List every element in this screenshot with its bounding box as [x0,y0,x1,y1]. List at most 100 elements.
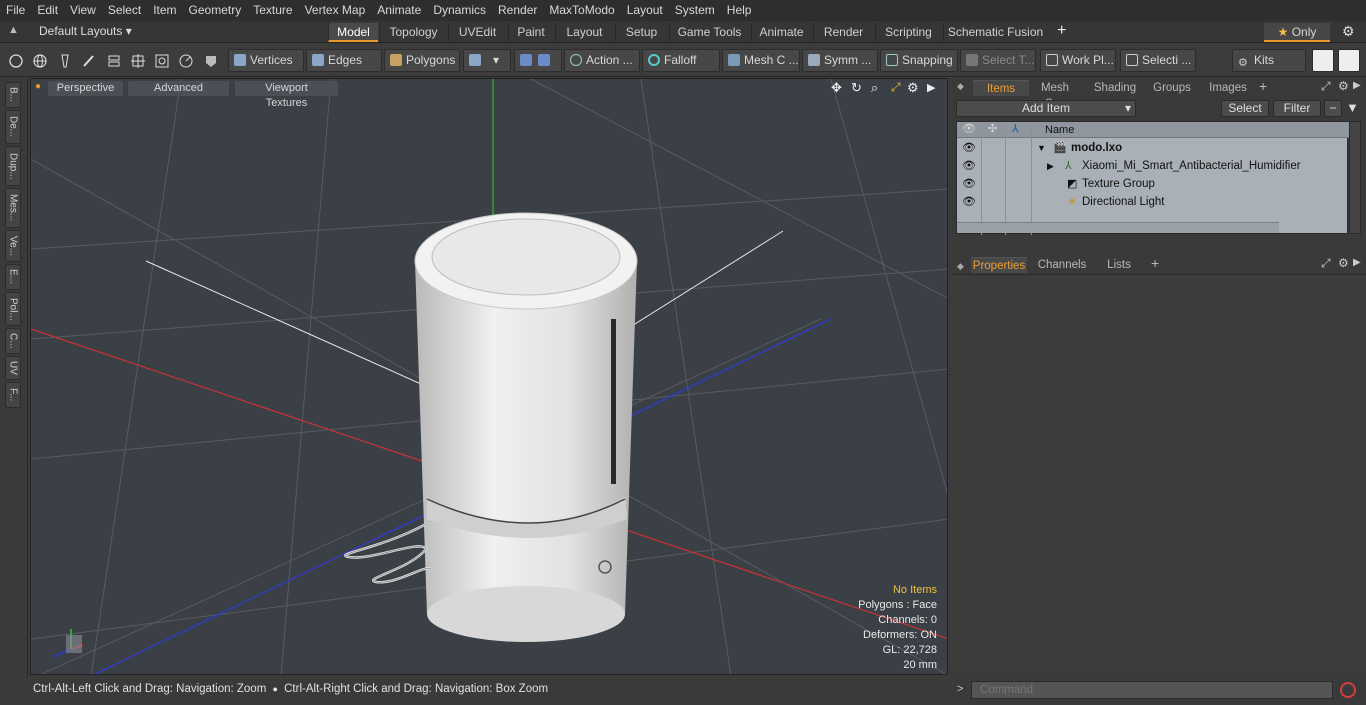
left-tab-polygon[interactable]: Pol... [5,292,21,326]
tab-scripting[interactable]: Scripting [875,23,941,42]
globe-icon[interactable] [30,50,50,71]
eye-icon[interactable]: 👁 [962,139,976,157]
circle-select-icon[interactable] [6,50,26,71]
tree-row-texture-group[interactable]: 👁 ◩ Texture Group [957,175,1349,193]
kits-button[interactable]: ⚙ Kits [1232,49,1306,72]
work-plane-button[interactable]: Work Pl... [1040,49,1116,72]
visibility-header-icon[interactable]: 👁 [962,122,976,135]
tab-topology[interactable]: Topology [380,23,446,42]
props-gear-icon[interactable]: ⚙ [1338,256,1349,270]
menu-dynamics[interactable]: Dynamics [427,0,492,21]
props-menu-icon[interactable]: ◆ [957,261,964,272]
falloff-button[interactable]: Falloff [642,49,720,72]
box-icon[interactable] [152,50,172,71]
viewport-gear-icon[interactable]: ⚙ [907,80,919,96]
rotate-view-icon[interactable]: ↻ [851,80,862,96]
vertices-button[interactable]: Vertices [228,49,304,72]
snapping-button[interactable]: Snapping [880,49,958,72]
menu-texture[interactable]: Texture [247,0,298,21]
shield-icon[interactable] [201,50,221,71]
fit-view-icon[interactable]: ⤢ [891,80,901,95]
collapse-list-icon[interactable]: − [1324,100,1342,117]
unity-icon[interactable] [1312,49,1334,72]
left-tab-vertex[interactable]: Ve... [5,230,21,262]
menu-render[interactable]: Render [492,0,543,21]
viewport-dot-icon[interactable]: ● [35,81,41,92]
menu-system[interactable]: System [669,0,721,21]
collapse-arrow-icon[interactable]: ▶ [1047,157,1054,175]
tab-setup[interactable]: Setup [615,23,667,42]
tab-shading[interactable]: Shading [1091,80,1139,96]
tab-game-tools[interactable]: Game Tools [669,23,749,42]
expand-panel-icon[interactable]: ⤢ [1321,79,1331,94]
add-item-dropdown[interactable]: Add Item ▾ [956,100,1136,117]
tab-layout[interactable]: Layout [555,23,613,42]
left-tab-mesh-edit[interactable]: Mes... [5,188,21,228]
add-props-tab-icon[interactable]: + [1151,255,1159,271]
collapse-arrow-icon[interactable]: ▲ [8,24,19,36]
tab-animate[interactable]: Animate [751,23,811,42]
center-icon[interactable] [128,50,148,71]
move-view-icon[interactable]: ✥ [831,80,842,96]
menu-help[interactable]: Help [721,0,758,21]
polygons-button[interactable]: Polygons [384,49,460,72]
menu-animate[interactable]: Animate [371,0,427,21]
lock-header-icon[interactable]: ✣ [988,122,997,135]
eye-icon[interactable]: 👁 [962,193,976,211]
mesh-constraints-button[interactable]: Mesh C ... [722,49,800,72]
brush-icon[interactable] [79,50,99,71]
select-button[interactable]: Select [1221,100,1269,117]
menu-geometry[interactable]: Geometry [183,0,248,21]
props-arrow-icon[interactable]: ▶ [1353,257,1361,268]
edges-button[interactable]: Edges [306,49,382,72]
select-through-button[interactable]: Select T... [960,49,1036,72]
name-column-header[interactable]: Name [1045,122,1074,138]
panel-arrow-icon[interactable]: ▶ [1353,80,1361,91]
expand-props-icon[interactable]: ⤢ [1321,256,1331,271]
advanced-button[interactable]: Advanced [128,81,229,96]
menu-select[interactable]: Select [102,0,147,21]
humidifier-model[interactable] [344,212,638,642]
locator-header-icon[interactable]: ⅄ [1012,122,1019,135]
menu-edit[interactable]: Edit [31,0,64,21]
tab-render[interactable]: Render [813,23,873,42]
symmetry-icons[interactable] [514,49,562,72]
tab-model[interactable]: Model [328,23,378,42]
tab-mesh-ops[interactable]: Mesh Ops [1029,80,1081,110]
tab-paint[interactable]: Paint [508,23,553,42]
unreal-icon[interactable] [1338,49,1360,72]
menu-view[interactable]: View [64,0,102,21]
tree-row-scene[interactable]: 👁 ▼ 🎬 modo.lxo [957,139,1349,157]
viewport-textures-button[interactable]: Viewport Textures [235,81,338,109]
menu-layout[interactable]: Layout [621,0,669,21]
command-input[interactable] [971,681,1333,699]
tab-schematic-fusion[interactable]: Schematic Fusion [943,23,1047,42]
panel-menu-icon[interactable]: ◆ [957,81,964,92]
funnel-icon[interactable]: ▼ [1346,100,1359,115]
3d-viewport[interactable]: ● Perspective Advanced Viewport Textures… [30,78,948,675]
filter-button[interactable]: Filter [1273,100,1321,117]
pen-icon[interactable] [55,50,75,71]
tab-groups[interactable]: Groups [1149,80,1195,96]
perspective-button[interactable]: Perspective [48,81,123,96]
tab-properties[interactable]: Properties [971,257,1027,273]
menu-maxtomodo[interactable]: MaxToModo [543,0,620,21]
add-panel-tab-icon[interactable]: + [1259,78,1267,94]
tab-lists[interactable]: Lists [1097,257,1141,273]
selection-sets-button[interactable]: Selecti ... [1120,49,1196,72]
eye-icon[interactable]: 👁 [962,157,976,175]
left-tab-fusion[interactable]: F... [5,382,21,408]
panel-gear-icon[interactable]: ⚙ [1338,79,1349,93]
item-mode-dropdown[interactable]: ▾ [463,49,511,72]
tab-images[interactable]: Images [1203,80,1253,96]
menu-vertex-map[interactable]: Vertex Map [299,0,372,21]
symmetry-button[interactable]: Symm ... [802,49,878,72]
left-tab-uv[interactable]: UV [5,356,21,380]
action-center-button[interactable]: Action ... [564,49,640,72]
only-toggle[interactable]: ★ Only [1264,23,1330,42]
tab-uvedit[interactable]: UVEdit [448,23,506,42]
add-tab-icon[interactable]: + [1057,22,1066,40]
gear-icon[interactable]: ⚙ [1342,23,1355,40]
left-tab-basic[interactable]: B... [5,82,21,108]
left-tab-deform[interactable]: De... [5,110,21,144]
